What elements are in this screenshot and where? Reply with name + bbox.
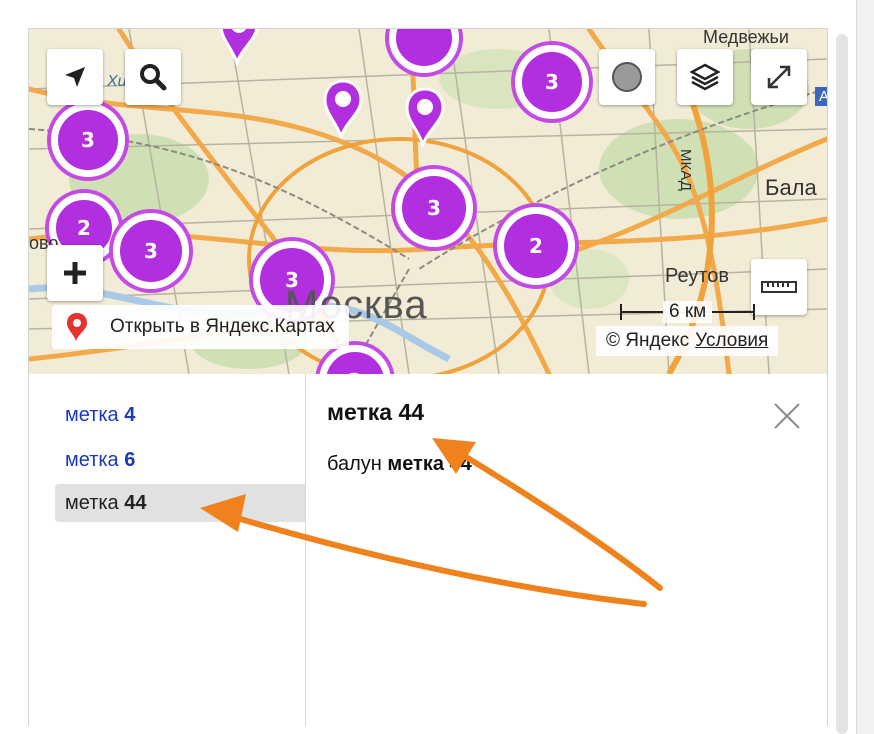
list-item-metka-6[interactable]: метка 6	[55, 441, 305, 479]
list-item-metka-4[interactable]: метка 4	[55, 396, 305, 434]
highway-badge: А	[815, 87, 827, 106]
search-icon	[140, 64, 167, 91]
list-item-number: 44	[124, 491, 147, 514]
list-item-number: 6	[124, 448, 136, 471]
ruler-button[interactable]	[751, 259, 807, 315]
list-item-prefix: метка	[65, 491, 119, 514]
cluster-marker[interactable]: 3	[51, 103, 125, 177]
cluster-marker[interactable]: 3	[395, 169, 473, 247]
terms-link[interactable]: Условия	[695, 330, 768, 352]
layers-button[interactable]	[677, 49, 733, 105]
window-edge	[856, 0, 874, 734]
close-icon	[774, 403, 800, 429]
balloon-title: метка 44	[327, 399, 425, 425]
map-scale: 6 км	[619, 301, 756, 323]
fullscreen-icon	[767, 65, 791, 89]
copyright-text: © Яндекс	[606, 330, 690, 351]
list-item-prefix: метка	[65, 403, 119, 426]
balloon-body-name: метка 44	[387, 453, 472, 475]
ruler-icon	[761, 281, 797, 293]
scale-bar-left	[620, 304, 663, 320]
traffic-button[interactable]	[599, 49, 655, 105]
balloon-body-prefix: балун	[327, 453, 382, 475]
open-in-yandex-maps-label: Открыть в Яндекс.Картах	[110, 316, 335, 337]
map-label: Реутов	[665, 265, 730, 287]
open-in-yandex-maps-link[interactable]: Открыть в Яндекс.Картах	[52, 305, 349, 349]
balloon-list: метка 4 метка 6 метка 44	[29, 374, 306, 726]
yandex-maps-pin-icon	[52, 305, 102, 349]
cluster-marker[interactable]: 3	[113, 213, 189, 289]
balloon-detail: метка 44 балун метка 44	[327, 374, 827, 726]
geolocation-arrow-icon	[65, 67, 85, 87]
fullscreen-button[interactable]	[751, 49, 807, 105]
cluster-marker[interactable]: 3	[515, 45, 589, 119]
scale-text: 6 км	[663, 301, 713, 323]
placemark-pin[interactable]	[323, 79, 363, 139]
list-item-number: 4	[124, 403, 136, 426]
scale-bar-right	[712, 304, 756, 320]
map-copyright: © Яндекс Условия	[596, 326, 779, 356]
balloon-close-button[interactable]	[769, 398, 805, 434]
plus-icon	[64, 262, 86, 284]
traffic-icon	[612, 62, 642, 92]
balloon-panel: метка 4 метка 6 метка 44 метка 44 балун …	[29, 374, 827, 726]
map-label: Медвежьи	[703, 29, 789, 47]
placemark-pin[interactable]	[219, 29, 259, 65]
placemark-pin[interactable]	[405, 87, 445, 147]
balloon-body: балун метка 44	[327, 453, 472, 476]
geolocation-button[interactable]	[47, 49, 103, 105]
layers-icon	[690, 63, 720, 91]
search-button[interactable]	[125, 49, 181, 105]
map-label: Бала	[765, 175, 817, 200]
cluster-marker[interactable]: 2	[497, 207, 575, 285]
scrollbar[interactable]	[836, 34, 848, 734]
zoom-in-button[interactable]	[47, 245, 103, 301]
list-item-prefix: метка	[65, 448, 119, 471]
list-item-metka-44[interactable]: метка 44	[55, 484, 305, 522]
map-label: МКАД	[677, 149, 694, 191]
map-canvas[interactable]: 3 3 2 3 3 3 2 2 Москва Медвежьи Бала Реу…	[29, 29, 827, 374]
